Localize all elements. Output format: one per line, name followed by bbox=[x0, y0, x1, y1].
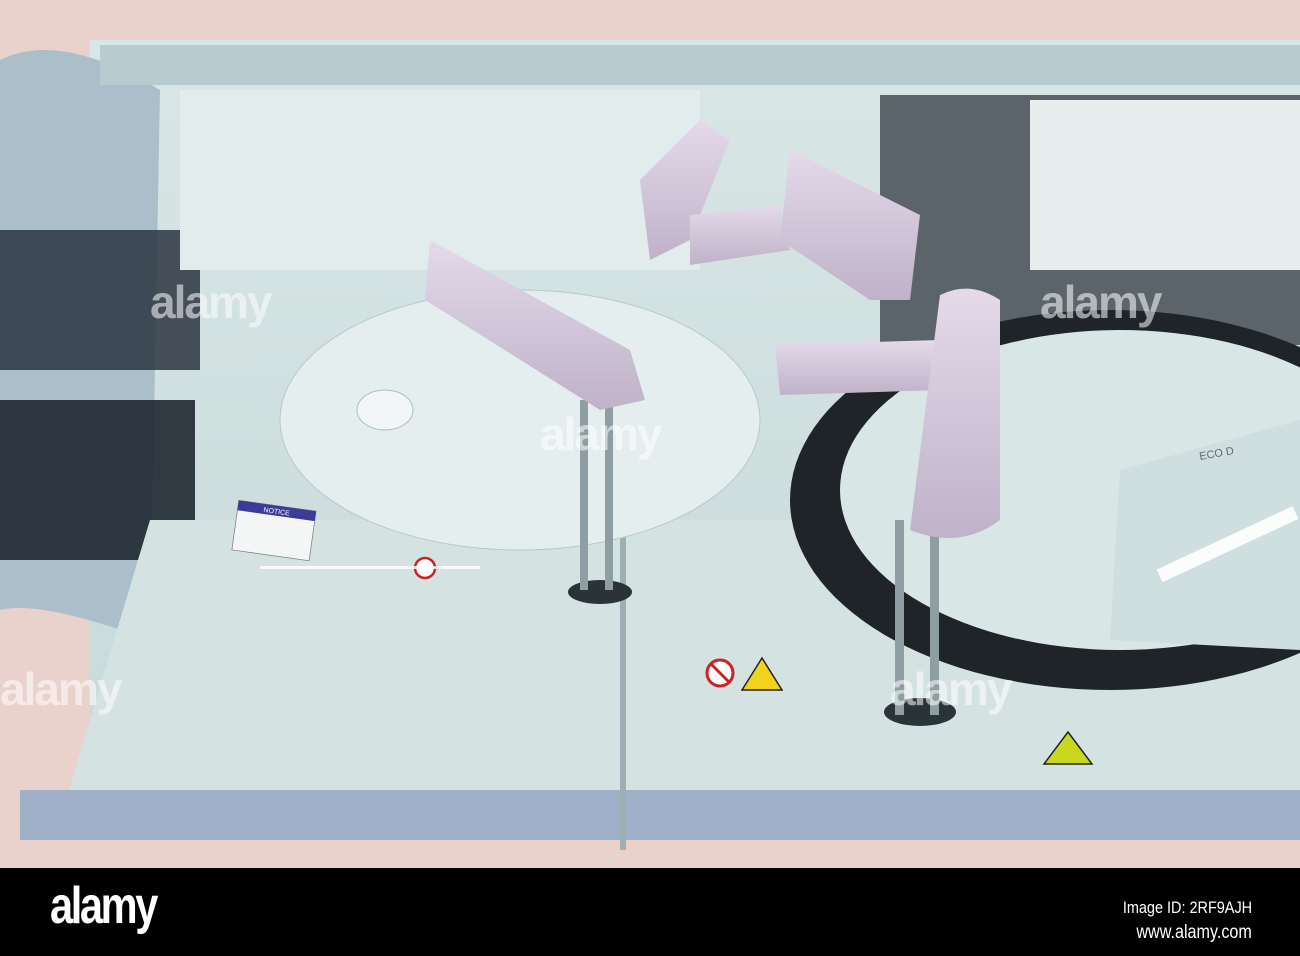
no-touch-icon bbox=[705, 658, 735, 688]
svg-text:alamy: alamy bbox=[0, 663, 123, 715]
watermark-strip: alamy Image ID: 2RF9AJH www.alamy.com bbox=[0, 868, 1300, 956]
alamy-logo: alamy bbox=[50, 877, 158, 935]
analyzer-photo: ECO D NOTICE alamy alamy alamy alamy ala… bbox=[0, 0, 1300, 868]
site-url: www.alamy.com bbox=[1136, 922, 1252, 943]
image-id: Image ID: 2RF9AJH bbox=[1122, 898, 1252, 917]
svg-text:alamy: alamy bbox=[150, 276, 273, 328]
svg-text:alamy: alamy bbox=[540, 408, 663, 460]
probe-hole bbox=[568, 580, 632, 604]
svg-text:alamy: alamy bbox=[890, 663, 1013, 715]
svg-text:alamy: alamy bbox=[1040, 276, 1163, 328]
disk-knob bbox=[356, 389, 414, 431]
notice-label: NOTICE bbox=[231, 499, 317, 562]
